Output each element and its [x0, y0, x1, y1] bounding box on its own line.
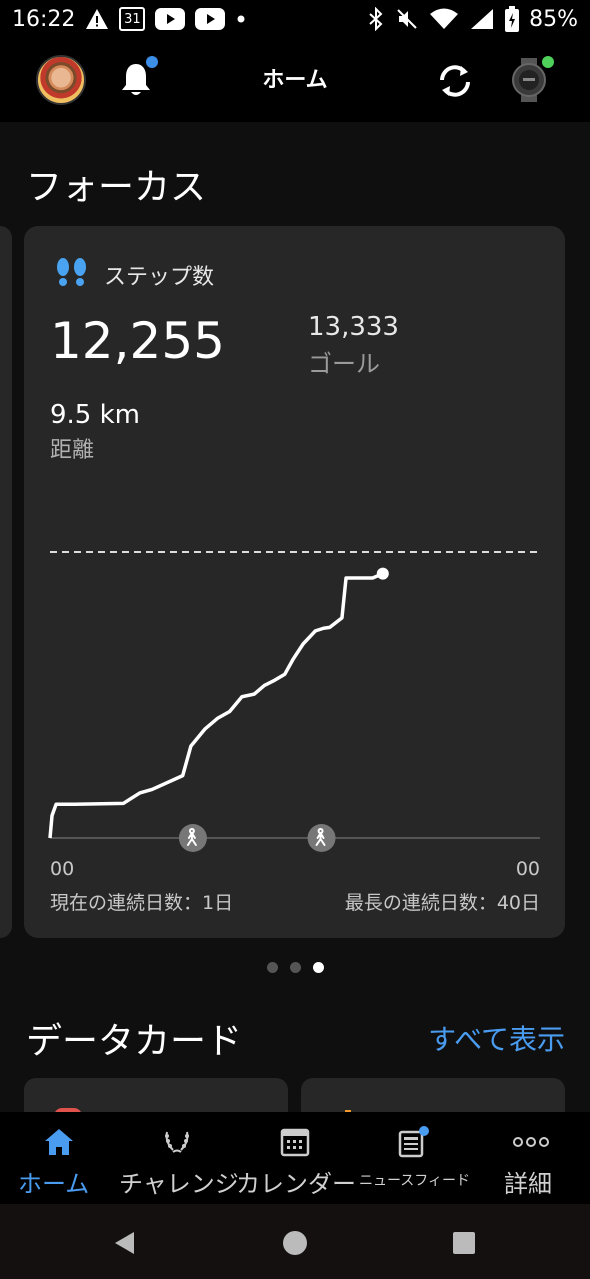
- warning-icon: [85, 8, 109, 30]
- wifi-icon: [429, 7, 459, 31]
- youtube-icon: [195, 8, 226, 30]
- status-time: 16:22: [12, 6, 76, 32]
- focus-section-title: フォーカス: [26, 167, 207, 208]
- nav-newsfeed[interactable]: ニュースフィード: [354, 1112, 472, 1204]
- calendar-icon: [280, 1128, 310, 1157]
- home-circle-icon[interactable]: [282, 1230, 308, 1256]
- previous-card[interactable]: [0, 226, 12, 938]
- nav-calendar[interactable]: カレンダー: [236, 1112, 356, 1204]
- nav-home-label: ホーム: [18, 1170, 90, 1198]
- distance-label: 距離: [50, 438, 95, 463]
- back-icon[interactable]: [112, 1230, 138, 1256]
- bottom-navigation: ホーム チャレンジ カレンダー ニュースフィード 詳細: [0, 1112, 590, 1204]
- bluetooth-icon: [367, 7, 385, 31]
- best-streak: 最長の連続日数：40日: [344, 892, 540, 914]
- device-connected-badge: [542, 56, 554, 68]
- distance-value: 9.5 km: [50, 400, 140, 430]
- calendar-notification-icon: 31: [119, 7, 146, 31]
- calendar-day: 31: [124, 11, 141, 27]
- pager-dot-active[interactable]: [312, 962, 324, 973]
- system-navigation: [0, 1204, 590, 1279]
- laurel-icon: [165, 1131, 189, 1153]
- pager-dot[interactable]: [266, 962, 278, 973]
- home-icon: [45, 1129, 73, 1155]
- newsfeed-icon: [398, 1126, 429, 1158]
- steps-chart: [48, 551, 540, 852]
- page-title: ホーム: [262, 68, 328, 93]
- sync-button[interactable]: [434, 60, 476, 102]
- nav-home[interactable]: ホーム: [0, 1112, 118, 1204]
- card-pager: [0, 962, 590, 973]
- signal-icon: [469, 7, 495, 31]
- app-bar: ホーム: [0, 38, 590, 122]
- battery-percent: 85%: [529, 6, 578, 32]
- sync-icon: [440, 65, 470, 97]
- see-all-link[interactable]: すべて表示: [428, 1018, 565, 1058]
- steps-card-title: ステップ数: [104, 265, 215, 290]
- nav-challenges-label: チャレンジ: [119, 1170, 239, 1198]
- x-tick-start: 00: [50, 858, 75, 880]
- pager-dot[interactable]: [289, 962, 301, 973]
- nav-calendar-label: カレンダー: [236, 1170, 356, 1198]
- battery-charging-icon: [505, 6, 520, 32]
- data-cards-section-title: データカード: [26, 1021, 243, 1062]
- more-icon: [513, 1137, 549, 1147]
- mute-icon: [395, 7, 419, 31]
- footprints-icon: [54, 256, 90, 294]
- steps-card[interactable]: ステップ数 12,255 13,333 ゴール 9.5 km 距離 00 00 …: [24, 226, 565, 938]
- current-streak: 現在の連続日数：1日: [50, 892, 234, 914]
- step-count: 12,255: [50, 312, 225, 370]
- steps-card-header: ステップ数: [54, 256, 214, 294]
- goal-label: ゴール: [308, 350, 380, 378]
- nav-challenges[interactable]: チャレンジ: [118, 1112, 239, 1204]
- nav-more-label: 詳細: [504, 1170, 552, 1198]
- status-bar: 16:22 31 85%: [0, 0, 590, 38]
- recents-icon[interactable]: [452, 1231, 476, 1255]
- youtube-icon: [155, 8, 186, 30]
- more-notifications-icon: [235, 13, 247, 25]
- nav-newsfeed-label: ニュースフィード: [359, 1173, 471, 1189]
- nav-more[interactable]: 詳細: [472, 1112, 590, 1204]
- steps-series-line: [48, 572, 384, 839]
- current-steps-point: [376, 567, 389, 580]
- x-tick-end: 00: [515, 858, 540, 880]
- goal-value: 13,333: [308, 312, 399, 342]
